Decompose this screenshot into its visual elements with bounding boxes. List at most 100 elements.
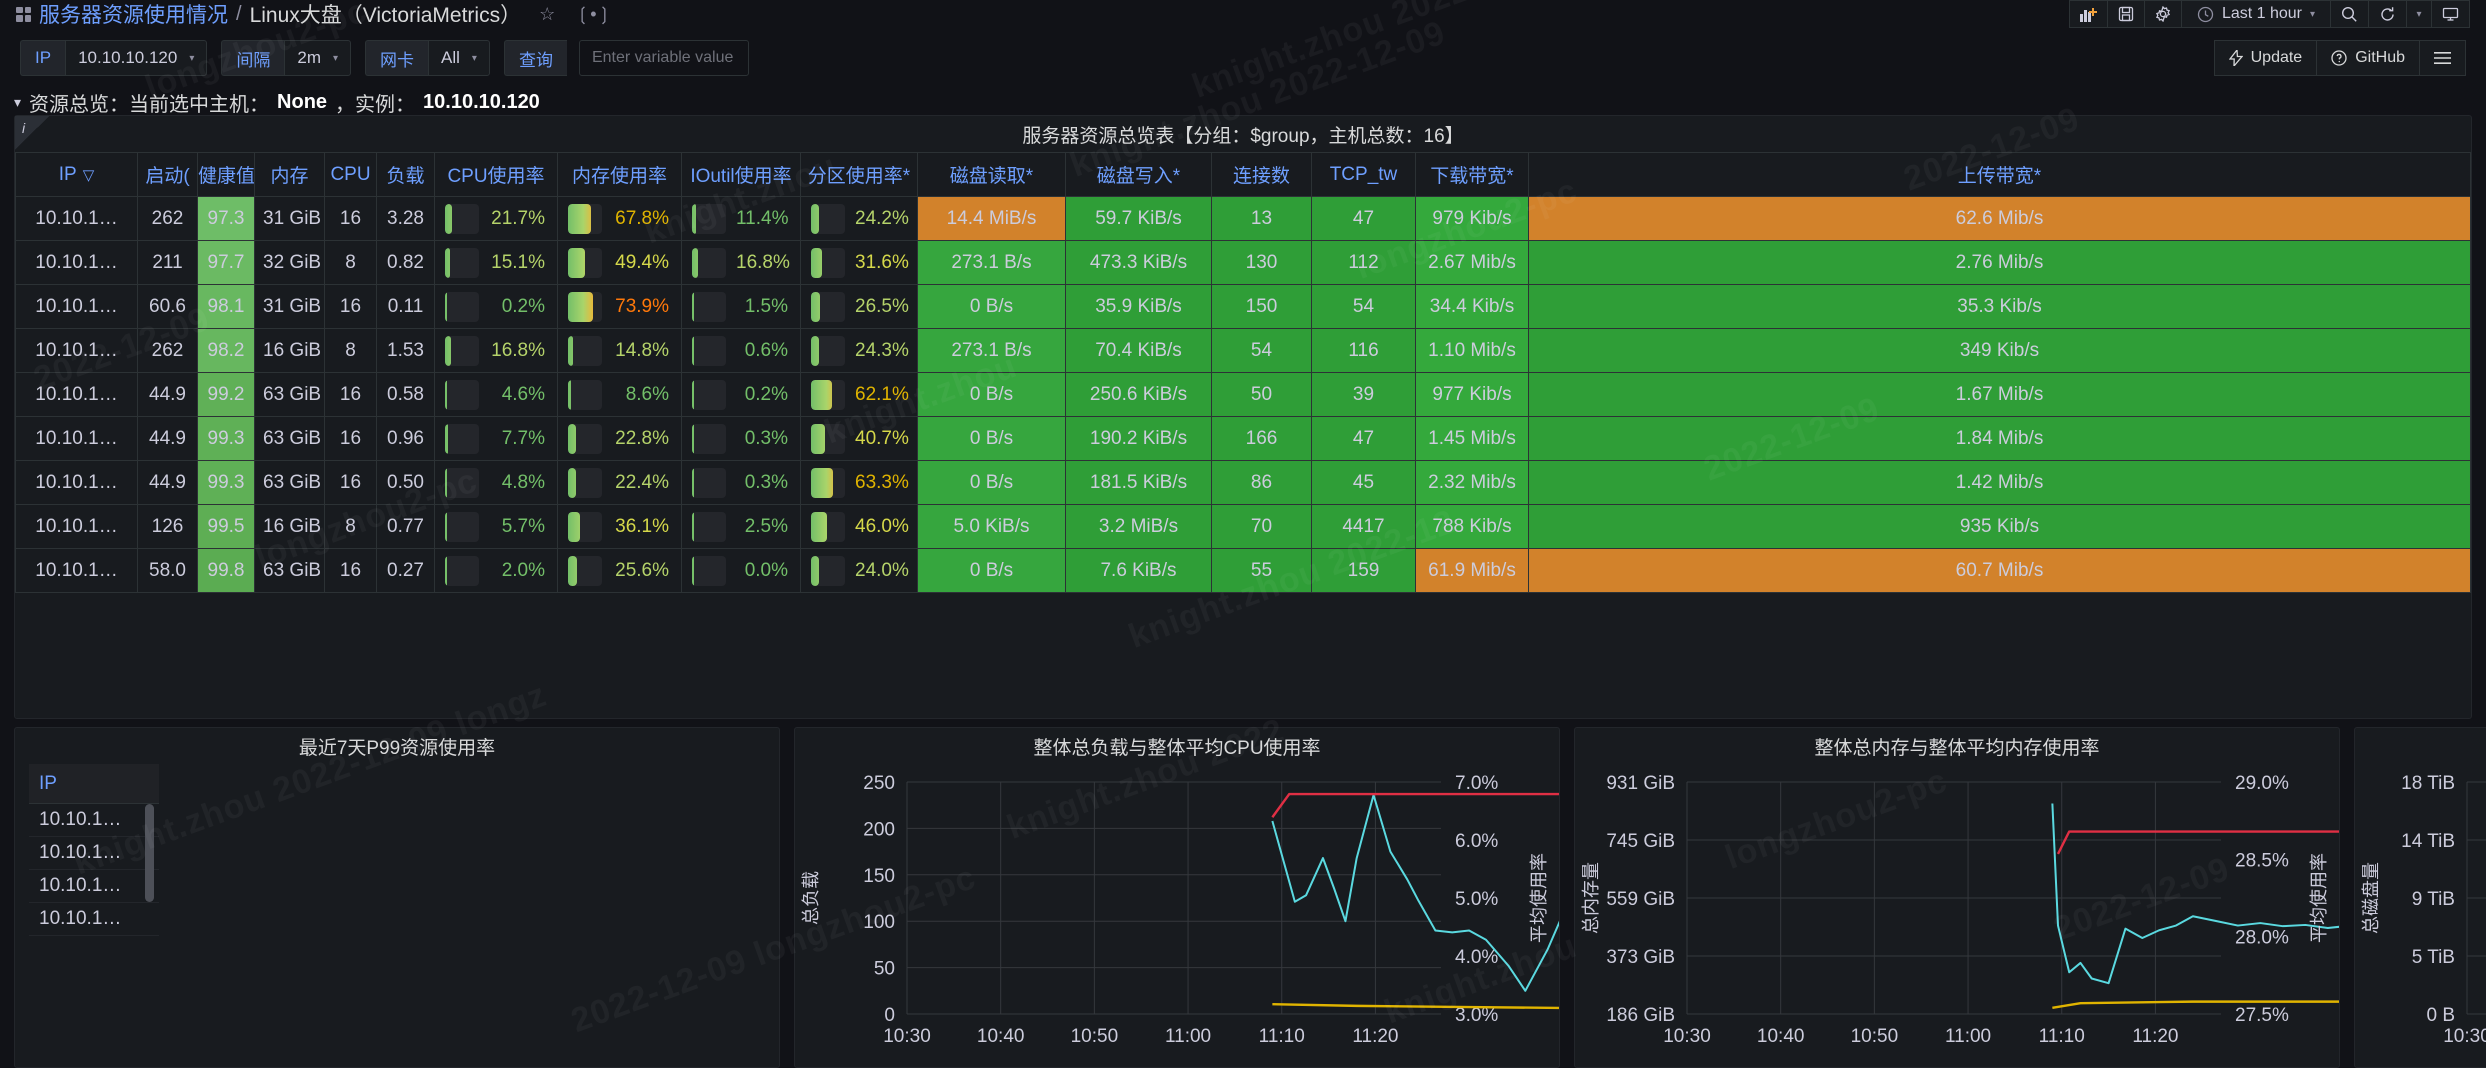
y2-axis-tick: 28.0% bbox=[2235, 928, 2289, 949]
filter-icon[interactable]: ▽ bbox=[83, 166, 95, 184]
cell-disk-write: 35.9 KiB/s bbox=[1065, 284, 1212, 329]
disk-chart-panel: 整体总磁盘与整体平均磁盘使用率 0 B 5 TiB 9 TiB 14 TiB 18 Ti… bbox=[2354, 727, 2486, 1068]
cell-disk-write: 250.6 KiB/s bbox=[1065, 372, 1212, 417]
cell-cpu: 16 bbox=[324, 196, 377, 241]
table-header-6[interactable]: 负载 bbox=[376, 152, 435, 197]
row-header-resource-overview[interactable]: ▾ 资源总览：当前选中主机： None ，实例： 10.10.10.120 bbox=[14, 88, 540, 117]
cell-health: 99.5 bbox=[197, 504, 255, 549]
variable-query-input[interactable] bbox=[578, 40, 749, 76]
p99-table-row[interactable]: 10.10.1… bbox=[29, 804, 159, 837]
variable-ip-select[interactable]: 10.10.10.120 ▾ bbox=[65, 40, 208, 76]
p99-table-row[interactable]: 10.10.1… bbox=[29, 903, 159, 936]
add-panel-icon bbox=[2080, 7, 2097, 22]
table-header-13[interactable]: 连接数 bbox=[1211, 152, 1312, 197]
zoom-out-time-button[interactable] bbox=[2330, 0, 2369, 28]
p99-table-row[interactable]: 10.10.1… bbox=[29, 837, 159, 870]
table-header-9[interactable]: IOutil使用率 bbox=[681, 152, 801, 197]
breadcrumb-dashboard[interactable]: Linux大盘（VictoriaMetrics） bbox=[250, 0, 522, 29]
table-panel-header: i 服务器资源总览表【分组：$group，主机总数：16】 bbox=[15, 116, 2471, 152]
breadcrumb-folder[interactable]: 服务器资源使用情况 bbox=[39, 0, 228, 29]
table-row[interactable]: 10.10.1… 126 99.5 16 GiB 8 0.77 5.7% 36.1% 2.5% 4… bbox=[15, 504, 2471, 549]
row-title-middle: ，实例： bbox=[335, 94, 416, 116]
table-row[interactable]: 10.10.1… 58.0 99.8 63 GiB 16 0.27 2.0% 25.6% 0.0… bbox=[15, 548, 2471, 593]
github-link-button[interactable]: GitHub bbox=[2316, 40, 2420, 76]
table-header-5[interactable]: CPU bbox=[324, 152, 377, 197]
table-header-12[interactable]: 磁盘写入* bbox=[1065, 152, 1212, 197]
chevron-down-icon: ▾ bbox=[2416, 8, 2422, 20]
gauge-value: 0.3% bbox=[744, 427, 788, 449]
disk-chart-area[interactable]: 0 B5 TiB9 TiB14 TiB18 TiB13.5%13.6%13.7%… bbox=[2355, 764, 2486, 1056]
table-header-3[interactable]: 健康值 bbox=[197, 152, 255, 197]
add-panel-button[interactable] bbox=[2069, 0, 2108, 28]
save-dashboard-button[interactable] bbox=[2107, 0, 2145, 28]
table-header-7[interactable]: CPU使用率 bbox=[434, 152, 558, 197]
cell-partition-usage: 40.7% bbox=[800, 416, 918, 461]
table-header-2[interactable]: 启动( bbox=[137, 152, 198, 197]
table-row[interactable]: 10.10.1… 262 98.2 16 GiB 8 1.53 16.8% 14.8% 0.6%… bbox=[15, 328, 2471, 373]
gauge-fill bbox=[811, 379, 833, 410]
table-header-14[interactable]: TCP_tw bbox=[1311, 152, 1416, 197]
gauge-bar bbox=[692, 467, 726, 498]
gauge-bar bbox=[692, 203, 726, 234]
cell-cpu: 16 bbox=[324, 548, 377, 593]
cell-cpu-usage: 16.8% bbox=[434, 328, 558, 373]
cell-uptime: 44.9 bbox=[137, 372, 198, 417]
update-link-button[interactable]: Update bbox=[2213, 40, 2318, 76]
table-header-label: 磁盘读取* bbox=[949, 166, 1034, 187]
table-header-15[interactable]: 下载带宽* bbox=[1415, 152, 1529, 197]
cell-connections: 86 bbox=[1211, 460, 1312, 505]
cell-ip: 10.10.1… bbox=[15, 328, 138, 373]
table-row[interactable]: 10.10.1… 60.6 98.1 31 GiB 16 0.11 0.2% 73.9% 1.5… bbox=[15, 284, 2471, 329]
gauge-value: 15.1% bbox=[491, 251, 545, 273]
dashboard-settings-button[interactable] bbox=[2144, 0, 2182, 28]
load-chart-area[interactable]: 0 50 100 150 200 250 3.0% 4.0% 5.0% 6.0% 7.0% 10:30… bbox=[795, 764, 1559, 1056]
x-axis-tick: 11:00 bbox=[1165, 1026, 1211, 1047]
p99-column-header-ip[interactable]: IP bbox=[29, 764, 159, 804]
table-row[interactable]: 10.10.1… 44.9 99.3 63 GiB 16 0.50 4.8% 22.4% 0.3… bbox=[15, 460, 2471, 505]
cell-health: 99.2 bbox=[197, 372, 255, 417]
cell-ioutil-usage: 0.3% bbox=[681, 460, 801, 505]
table-header-10[interactable]: 分区使用率* bbox=[800, 152, 918, 197]
gauge-value: 1.5% bbox=[744, 295, 788, 317]
cell-ip: 10.10.1… bbox=[15, 460, 138, 505]
star-icon[interactable]: ☆ bbox=[539, 5, 555, 23]
p99-scrollbar[interactable] bbox=[145, 804, 154, 902]
load-panel-title: 整体总负载与整体平均CPU使用率 bbox=[1033, 737, 1321, 759]
cell-health: 99.3 bbox=[197, 460, 255, 505]
info-icon[interactable]: i bbox=[15, 116, 49, 150]
table-header-16[interactable]: 上传带宽* bbox=[1528, 152, 2471, 197]
cell-upload: 935 Kib/s bbox=[1528, 504, 2471, 549]
gauge-bar bbox=[811, 203, 845, 234]
table-header-label: 分区使用率* bbox=[807, 166, 911, 187]
cell-load: 0.58 bbox=[376, 372, 435, 417]
table-header-8[interactable]: 内存使用率 bbox=[557, 152, 682, 197]
tv-mode-button[interactable] bbox=[2431, 0, 2470, 28]
cell-uptime: 262 bbox=[137, 196, 198, 241]
chart-series-line bbox=[1271, 793, 1559, 992]
apps-grid-icon[interactable] bbox=[16, 6, 31, 22]
cell-tcp-tw: 47 bbox=[1311, 196, 1416, 241]
table-header-4[interactable]: 内存 bbox=[254, 152, 325, 197]
gauge-fill bbox=[692, 335, 694, 366]
table-row[interactable]: 10.10.1… 262 97.3 31 GiB 16 3.28 21.7% 67.8% 11.… bbox=[15, 196, 2471, 241]
gauge-cell: 2.5% bbox=[688, 506, 794, 548]
p99-table-row[interactable]: 10.10.1… bbox=[29, 870, 159, 903]
table-header-11[interactable]: 磁盘读取* bbox=[917, 152, 1066, 197]
time-range-picker[interactable]: Last 1 hour ▾ bbox=[2181, 0, 2331, 28]
variable-interval-select[interactable]: 2m ▾ bbox=[284, 40, 352, 76]
variable-nic-select[interactable]: All ▾ bbox=[428, 40, 490, 76]
memory-chart-area[interactable]: 186 GiB 373 GiB 559 GiB 745 GiB 931 GiB 27.5%… bbox=[1575, 764, 2339, 1056]
refresh-interval-dropdown[interactable]: ▾ bbox=[2406, 0, 2432, 28]
table-header-1[interactable]: IP ▽ bbox=[15, 152, 138, 197]
refresh-button[interactable] bbox=[2368, 0, 2407, 28]
table-row[interactable]: 10.10.1… 211 97.7 32 GiB 8 0.82 15.1% 49.4% 16.8… bbox=[15, 240, 2471, 285]
table-row[interactable]: 10.10.1… 44.9 99.2 63 GiB 16 0.58 4.6% 8.6% 0.2%… bbox=[15, 372, 2471, 417]
share-icon[interactable]: ❲•❳ bbox=[575, 5, 611, 23]
chart-series-line bbox=[2052, 1000, 2339, 1009]
cell-uptime: 211 bbox=[137, 240, 198, 285]
table-row[interactable]: 10.10.1… 44.9 99.3 63 GiB 16 0.96 7.7% 22.8% 0.3… bbox=[15, 416, 2471, 461]
gauge-fill bbox=[445, 511, 447, 542]
gauge-cell: 4.8% bbox=[441, 462, 551, 504]
cell-upload: 2.76 Mib/s bbox=[1528, 240, 2471, 285]
menu-button[interactable] bbox=[2419, 40, 2466, 76]
